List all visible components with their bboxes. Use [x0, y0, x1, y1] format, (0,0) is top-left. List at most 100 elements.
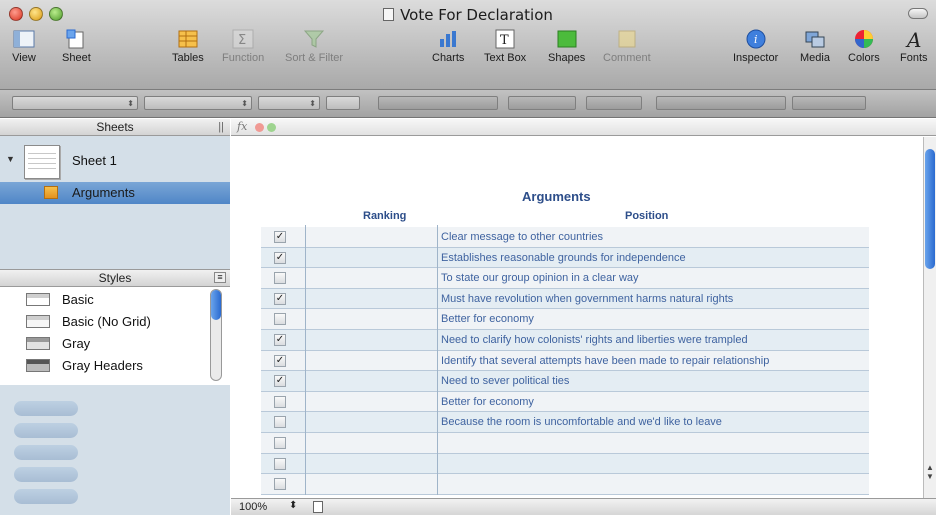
- text-color-well[interactable]: [326, 96, 360, 110]
- cancel-formula-icon[interactable]: [255, 123, 264, 132]
- pane-split-icon[interactable]: ||: [218, 119, 224, 136]
- window-title-text: Vote For Declaration: [400, 6, 553, 24]
- table-row[interactable]: Because the room is uncomfortable and we…: [261, 412, 869, 433]
- view-label: View: [12, 52, 36, 64]
- colors-label: Colors: [848, 52, 880, 64]
- table-row[interactable]: [261, 474, 869, 495]
- table-row[interactable]: [261, 453, 869, 475]
- checked-checkbox[interactable]: ✓: [274, 292, 286, 305]
- view-icon: [12, 26, 36, 52]
- checkbox[interactable]: [274, 437, 286, 449]
- comment-label: Comment: [603, 52, 651, 64]
- media-button[interactable]: Media: [800, 26, 830, 64]
- table-row[interactable]: ✓ Establishes reasonable grounds for inde…: [261, 247, 869, 269]
- accept-formula-icon[interactable]: [267, 123, 276, 132]
- checkbox[interactable]: [274, 478, 286, 491]
- table-row[interactable]: ✓ Need to sever political ties: [261, 371, 869, 392]
- document-icon: [383, 8, 395, 21]
- sheet-button[interactable]: Sheet: [62, 26, 91, 64]
- ghost-button-4: [14, 467, 78, 482]
- column-header-ranking[interactable]: Ranking: [363, 210, 406, 222]
- style-item-gray-headers[interactable]: Gray Headers: [0, 355, 210, 376]
- function-fx-icon: fx: [237, 120, 248, 133]
- checked-checkbox[interactable]: ✓: [274, 354, 286, 367]
- font-size-dropdown[interactable]: ⬍: [258, 96, 320, 110]
- position-cell[interactable]: Better for economy: [441, 396, 534, 408]
- position-cell[interactable]: Must have revolution when government har…: [441, 293, 733, 305]
- canvas-scroll-thumb[interactable]: [925, 149, 935, 269]
- tables-button[interactable]: Tables: [172, 26, 204, 64]
- function-button[interactable]: Σ Function: [222, 26, 264, 64]
- column-header-position[interactable]: Position: [625, 210, 668, 222]
- ghost-button-3: [14, 445, 78, 460]
- sort-filter-button[interactable]: Sort & Filter: [285, 26, 343, 64]
- styles-menu-icon[interactable]: ≡: [214, 272, 226, 283]
- position-cell[interactable]: Identify that several attempts have been…: [441, 355, 769, 367]
- add-sheet-icon: [64, 26, 88, 52]
- table-row[interactable]: Better for economy: [261, 309, 869, 330]
- charts-button[interactable]: Charts: [432, 26, 464, 64]
- table-row[interactable]: Better for economy: [261, 391, 869, 413]
- fonts-button[interactable]: A Fonts: [900, 26, 928, 64]
- sidebar-item-arguments-table[interactable]: Arguments: [0, 182, 230, 204]
- styles-scroll-thumb[interactable]: [211, 290, 221, 320]
- charts-label: Charts: [432, 52, 465, 64]
- checked-checkbox[interactable]: ✓: [274, 251, 286, 264]
- shapes-button[interactable]: Shapes: [548, 26, 585, 64]
- table-row[interactable]: ✓ Clear message to other countries: [261, 227, 869, 248]
- checkbox[interactable]: [274, 457, 286, 470]
- numbers-window: Vote For Declaration View Sheet Tables Σ…: [0, 0, 936, 515]
- zoom-level[interactable]: 100%: [239, 501, 267, 513]
- function-label: Function: [222, 52, 265, 64]
- canvas-scrollbar[interactable]: ▲ ▼: [923, 137, 936, 498]
- table-row[interactable]: [261, 433, 869, 454]
- table-row[interactable]: ✓ Identify that several attempts have bee…: [261, 350, 869, 372]
- tables-icon: [176, 26, 200, 52]
- inspector-label: Inspector: [733, 52, 779, 64]
- checked-checkbox[interactable]: ✓: [274, 231, 286, 243]
- position-cell[interactable]: Establishes reasonable grounds for indep…: [441, 252, 686, 264]
- disclosure-triangle-icon[interactable]: ▼: [6, 154, 15, 164]
- table-row[interactable]: ✓ Need to clarify how colonists' rights a…: [261, 330, 869, 351]
- wrap-checkbox[interactable]: [586, 96, 642, 110]
- position-cell[interactable]: Need to sever political ties: [441, 375, 569, 387]
- inspector-button[interactable]: i Inspector: [733, 26, 778, 64]
- style-item-basic[interactable]: Basic: [0, 289, 210, 310]
- page-view-icon[interactable]: [313, 501, 323, 513]
- table-row[interactable]: To state our group opinion in a clear wa…: [261, 268, 869, 289]
- text-box-button[interactable]: T Text Box: [484, 26, 526, 64]
- style-item-gray[interactable]: Gray: [0, 333, 210, 354]
- position-cell[interactable]: To state our group opinion in a clear wa…: [441, 272, 639, 284]
- styles-scrollbar[interactable]: [210, 289, 222, 381]
- number-format-buttons[interactable]: [656, 96, 786, 110]
- position-cell[interactable]: Need to clarify how colonists' rights an…: [441, 334, 748, 346]
- checked-checkbox[interactable]: ✓: [274, 334, 286, 346]
- tables-label: Tables: [172, 52, 204, 64]
- sidebar-item-sheet-1[interactable]: ▼ Sheet 1: [0, 142, 230, 182]
- colors-button[interactable]: Colors: [848, 26, 880, 64]
- checkbox[interactable]: [274, 395, 286, 408]
- style-dropdown[interactable]: ⬍: [12, 96, 138, 110]
- view-button[interactable]: View: [12, 26, 36, 64]
- font-family-dropdown[interactable]: ⬍: [144, 96, 252, 110]
- svg-text:A: A: [905, 28, 921, 50]
- style-item-basic-no-grid[interactable]: Basic (No Grid): [0, 311, 210, 332]
- zoom-stepper-icon[interactable]: ⬍: [289, 500, 297, 511]
- disabled-buttons-pane: [0, 385, 230, 515]
- position-cell[interactable]: Because the room is uncomfortable and we…: [441, 416, 722, 428]
- table-title: Arguments: [522, 189, 591, 204]
- checkbox[interactable]: [274, 272, 286, 285]
- text-box-label: Text Box: [484, 52, 527, 64]
- toolbar-toggle-button[interactable]: [908, 8, 928, 19]
- scroll-arrows-icon[interactable]: ▲ ▼: [926, 463, 934, 481]
- table-row[interactable]: ✓ Must have revolution when government ha…: [261, 288, 869, 310]
- checkbox[interactable]: [274, 416, 286, 429]
- checkbox[interactable]: [274, 313, 286, 326]
- position-cell[interactable]: Clear message to other countries: [441, 231, 603, 243]
- position-cell[interactable]: Better for economy: [441, 313, 534, 325]
- alignment-buttons[interactable]: [378, 96, 498, 110]
- vertical-alignment-buttons[interactable]: [508, 96, 576, 110]
- comment-button[interactable]: Comment: [603, 26, 651, 64]
- checked-checkbox[interactable]: ✓: [274, 375, 286, 388]
- decimal-buttons[interactable]: [792, 96, 866, 110]
